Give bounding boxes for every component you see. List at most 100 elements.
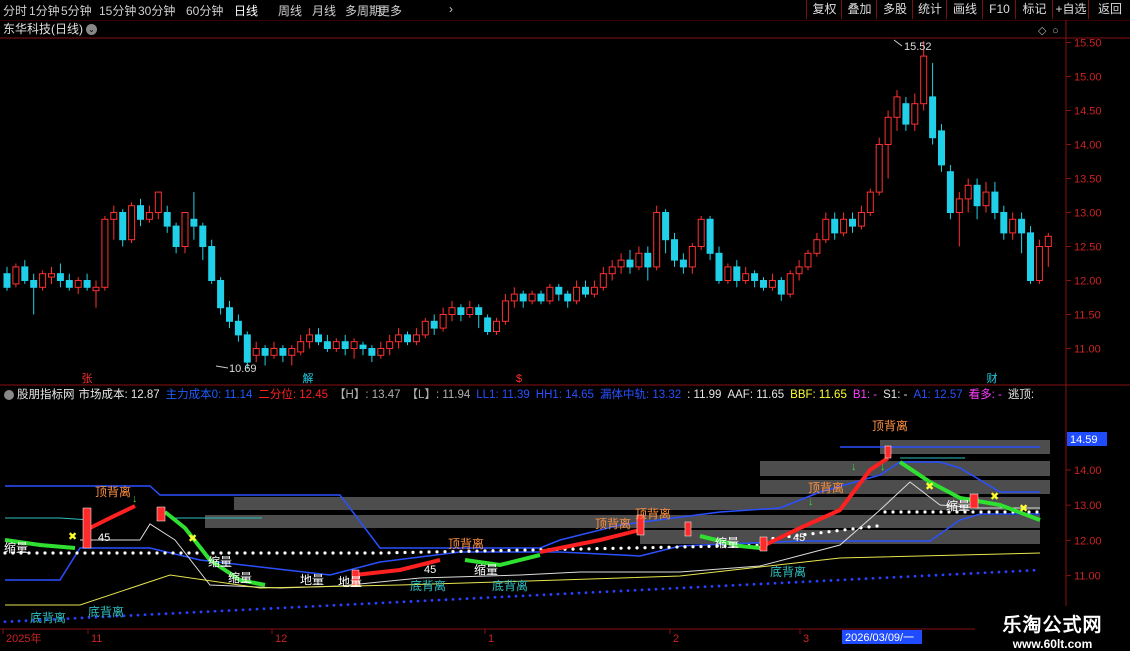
cost-dot bbox=[147, 551, 151, 555]
support-dot bbox=[311, 604, 315, 608]
candle-body bbox=[466, 307, 474, 316]
support-dot bbox=[836, 578, 840, 582]
cost-dot bbox=[419, 550, 423, 554]
cost-dot bbox=[603, 546, 607, 551]
indicator-name[interactable]: 股朋指标网 bbox=[17, 389, 75, 401]
candle-body bbox=[288, 348, 296, 356]
price-tick-label: 12.50 bbox=[1074, 242, 1102, 254]
cost-dot bbox=[163, 551, 167, 555]
candle-body bbox=[137, 205, 144, 220]
support-dot bbox=[472, 596, 476, 600]
candle-body bbox=[306, 334, 314, 343]
candle-body bbox=[911, 103, 919, 125]
cost-dot bbox=[683, 545, 687, 549]
support-dot bbox=[325, 604, 329, 608]
indicator-item-3: 【H】: 13.47 bbox=[334, 389, 401, 401]
candle-body bbox=[599, 273, 607, 288]
indicator-item-1: 主力成本0: 11.14 bbox=[165, 389, 253, 401]
support-dot bbox=[885, 576, 889, 580]
support-dot bbox=[304, 605, 308, 609]
cost-dot bbox=[595, 547, 599, 551]
price-tick-label: 15.50 bbox=[1074, 38, 1102, 50]
signal-marker-5: ✖ bbox=[188, 533, 197, 545]
cost-dot bbox=[875, 524, 879, 528]
cost-dot bbox=[307, 551, 311, 555]
cost-dot bbox=[491, 549, 495, 553]
cost-dot bbox=[363, 551, 367, 555]
support-dot bbox=[619, 589, 623, 593]
candle-body bbox=[866, 191, 874, 214]
support-dot bbox=[507, 595, 511, 598]
candle-body bbox=[1035, 246, 1043, 281]
num45-label-1: 45 bbox=[424, 564, 436, 576]
circle-icon: ○ bbox=[1052, 25, 1059, 37]
support-dot bbox=[759, 582, 763, 586]
support-dot bbox=[787, 581, 791, 584]
candle-body bbox=[101, 218, 109, 288]
top-divergence-label-1: 顶背离 bbox=[448, 536, 484, 551]
cost-dot bbox=[91, 551, 95, 555]
candle-body bbox=[65, 280, 73, 288]
candle-body bbox=[982, 191, 990, 207]
support-dot bbox=[367, 602, 371, 605]
candle-body bbox=[56, 273, 64, 282]
candle-body bbox=[688, 246, 696, 268]
red-trend-1 bbox=[89, 504, 136, 530]
indicator-item-4: 【L】: 11.94 bbox=[406, 389, 471, 401]
support-dot bbox=[346, 603, 350, 606]
support-dot bbox=[878, 576, 882, 580]
candle-body bbox=[768, 280, 776, 288]
support-dot bbox=[605, 590, 609, 594]
support-dot bbox=[717, 584, 721, 588]
cost-dot bbox=[131, 551, 135, 555]
candle-body bbox=[430, 320, 438, 329]
candle-body bbox=[297, 341, 305, 353]
cost-dot bbox=[643, 546, 647, 550]
cost-dot bbox=[387, 551, 391, 555]
ind-tick-label: 11.00 bbox=[1074, 571, 1101, 583]
support-dot bbox=[388, 601, 392, 604]
cost-dot bbox=[339, 551, 343, 555]
support-dot bbox=[339, 603, 343, 607]
support-dot bbox=[969, 572, 973, 575]
support-dot bbox=[591, 590, 595, 594]
bottom-divergence-label-2: 底背离 bbox=[410, 578, 446, 593]
cost-dot bbox=[411, 550, 415, 554]
support-dot bbox=[157, 612, 161, 616]
candle-body bbox=[315, 334, 322, 343]
cost-dot bbox=[1035, 510, 1039, 514]
cost-dot bbox=[979, 510, 983, 514]
candle-body bbox=[555, 286, 563, 295]
price-tick-label: 11.00 bbox=[1074, 344, 1101, 356]
candle-body bbox=[217, 280, 225, 309]
cost-dot bbox=[435, 550, 439, 554]
settings-circle-icon[interactable] bbox=[4, 389, 14, 400]
candle-body bbox=[21, 266, 29, 281]
candle-body bbox=[760, 280, 767, 288]
support-dot bbox=[3, 620, 7, 624]
support-dot bbox=[199, 610, 203, 614]
support-dot bbox=[136, 613, 140, 617]
candle-body bbox=[359, 344, 367, 350]
cost-dot bbox=[659, 545, 663, 549]
support-dot bbox=[934, 573, 938, 577]
kline-chart[interactable]: 15.50 15.00 14.50 14.00 13.50 13.00 12.50 12.00… bbox=[0, 0, 1130, 650]
support-dot bbox=[864, 577, 868, 581]
cost-dot bbox=[251, 551, 255, 555]
time-label-4: 2 bbox=[673, 633, 679, 645]
cost-dot bbox=[83, 551, 87, 555]
cost-dot bbox=[651, 545, 655, 550]
cost-dot bbox=[315, 551, 319, 555]
event-marker-0: 张 bbox=[82, 372, 93, 385]
candle-body bbox=[626, 259, 634, 268]
support-dot bbox=[150, 613, 154, 616]
candle-body bbox=[946, 171, 954, 213]
time-label-2: 12 bbox=[275, 633, 287, 645]
candle-body bbox=[145, 212, 153, 220]
candle-body bbox=[715, 252, 723, 282]
candle-body bbox=[644, 252, 652, 268]
signal-box-0 bbox=[82, 507, 92, 549]
ind-tick-label: 12.00 bbox=[1074, 535, 1102, 547]
signal-marker-4: ✖ bbox=[68, 531, 77, 543]
num45-label-2: 45 bbox=[793, 532, 805, 544]
